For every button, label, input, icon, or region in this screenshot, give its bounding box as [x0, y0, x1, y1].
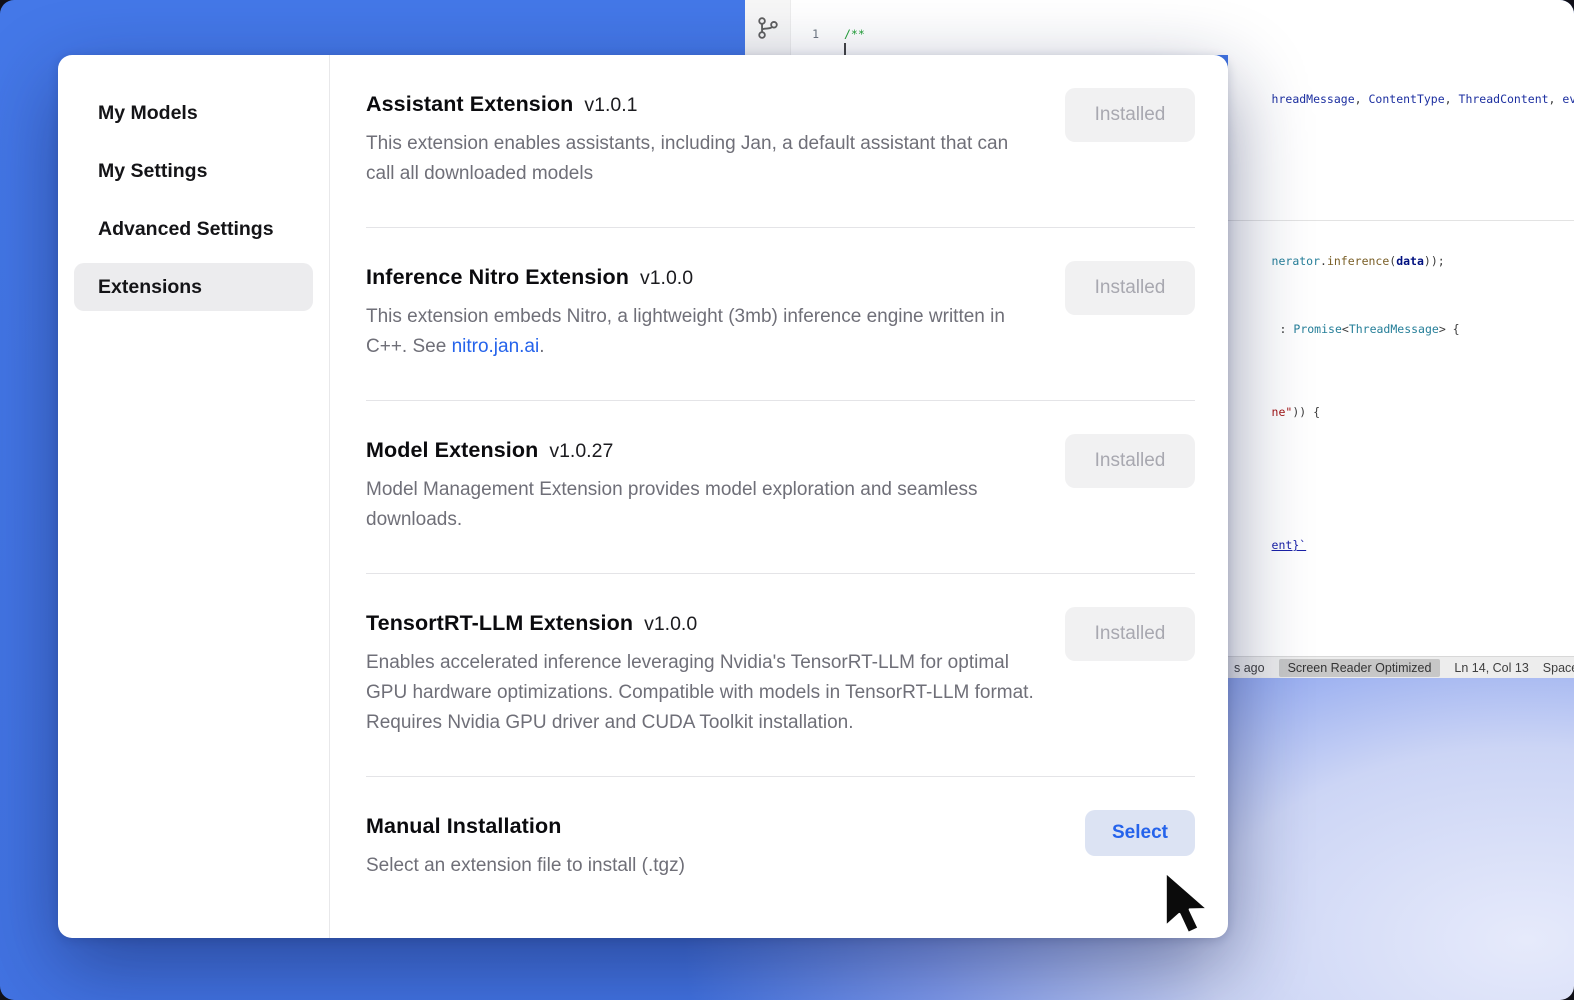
installed-button[interactable]: Installed: [1065, 607, 1195, 661]
code-line-promise: : Promise<ThreadMessage> {: [1238, 305, 1460, 354]
code-line-condition: ne")) {: [1230, 388, 1320, 437]
extensions-panel: Assistant Extension v1.0.1 This extensio…: [330, 55, 1228, 938]
sidebar-item-label: Advanced Settings: [98, 218, 274, 241]
desktop: 1 2 3 4 /** * The entrypoint for the plu…: [0, 0, 1574, 1000]
extension-description: Enables accelerated inference leveraging…: [366, 648, 1038, 738]
sidebar-item-my-settings[interactable]: My Settings: [74, 147, 313, 195]
extension-version: v1.0.27: [549, 440, 613, 463]
manual-installation-row: Manual Installation Select an extension …: [366, 777, 1195, 909]
extension-version: v1.0.1: [584, 94, 637, 117]
extension-description: This extension embeds Nitro, a lightweig…: [366, 302, 1038, 362]
installed-button[interactable]: Installed: [1065, 88, 1195, 142]
code-line-template: ent}`: [1230, 521, 1306, 570]
installed-button[interactable]: Installed: [1065, 434, 1195, 488]
status-saved-ago: s ago: [1234, 661, 1265, 675]
extension-version: v1.0.0: [640, 267, 693, 290]
git-branch-icon[interactable]: [755, 13, 781, 43]
sidebar-item-label: Extensions: [98, 276, 202, 299]
extension-version: v1.0.0: [644, 613, 697, 636]
sidebar-item-label: My Models: [98, 102, 198, 125]
code-line-inference: nerator.inference(data));: [1230, 237, 1445, 286]
extension-description: This extension enables assistants, inclu…: [366, 129, 1038, 189]
nitro-jan-ai-link[interactable]: nitro.jan.ai: [452, 336, 540, 357]
sidebar-item-label: My Settings: [98, 160, 207, 183]
code-editor-right[interactable]: hreadMessage, ContentType, ThreadContent…: [1228, 55, 1574, 678]
extension-name: Inference Nitro Extension: [366, 265, 629, 290]
extension-name: Model Extension: [366, 438, 538, 463]
sidebar-item-extensions[interactable]: Extensions: [74, 263, 313, 311]
sidebar-item-advanced-settings[interactable]: Advanced Settings: [74, 205, 313, 253]
extension-row-assistant: Assistant Extension v1.0.1 This extensio…: [366, 55, 1195, 228]
editor-split-divider: [1228, 220, 1574, 221]
extension-name: TensortRT-LLM Extension: [366, 611, 633, 636]
status-indentation[interactable]: Spaces: 2: [1543, 661, 1574, 675]
extension-row-inference-nitro: Inference Nitro Extension v1.0.0 This ex…: [366, 228, 1195, 401]
extension-row-model: Model Extension v1.0.27 Model Management…: [366, 401, 1195, 574]
sidebar-item-my-models[interactable]: My Models: [74, 89, 313, 137]
settings-window: My Models My Settings Advanced Settings …: [58, 55, 1228, 938]
editor-status-bar: s ago Screen Reader Optimized Ln 14, Col…: [1228, 656, 1574, 678]
status-cursor-position[interactable]: Ln 14, Col 13: [1454, 661, 1528, 675]
extension-row-tensorrt-llm: TensortRT-LLM Extension v1.0.0 Enables a…: [366, 574, 1195, 777]
editor-activity-bar: [745, 0, 791, 55]
manual-installation-description: Select an extension file to install (.tg…: [366, 851, 685, 881]
settings-sidebar: My Models My Settings Advanced Settings …: [58, 55, 330, 938]
code-line-imports: hreadMessage, ContentType, ThreadContent…: [1230, 75, 1574, 124]
code-editor-top[interactable]: 1 2 3 4 /** * The entrypoint for the plu…: [745, 0, 1574, 55]
extension-name: Assistant Extension: [366, 92, 573, 117]
status-screen-reader-optimized[interactable]: Screen Reader Optimized: [1279, 659, 1441, 677]
manual-installation-title: Manual Installation: [366, 814, 561, 839]
installed-button[interactable]: Installed: [1065, 261, 1195, 315]
extension-description: Model Management Extension provides mode…: [366, 475, 1038, 535]
select-file-button[interactable]: Select: [1085, 810, 1195, 856]
